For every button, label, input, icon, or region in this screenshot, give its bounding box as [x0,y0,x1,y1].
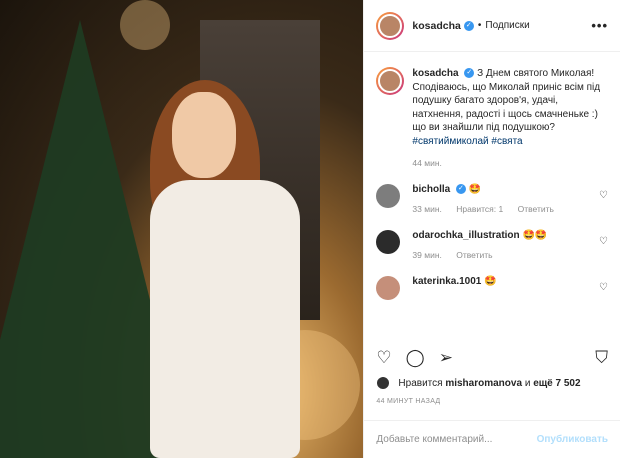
separator-dot: • [477,20,482,31]
post-age[interactable]: 44 МИНУТ НАЗАД [376,398,440,405]
reply-button[interactable]: Ответить [518,204,554,214]
following-button[interactable]: Подписки [485,20,529,31]
likes-count[interactable]: ещё 7 502 [533,378,580,389]
post-sidebar: kosadcha ✓ • Подписки ••• kosadcha ✓ З Д… [363,0,620,458]
heart-icon[interactable]: ♡ [599,236,608,247]
comment-time: 39 мин. [412,250,442,260]
verified-icon: ✓ [463,20,474,31]
commenter-avatar[interactable] [376,184,401,208]
heart-icon[interactable]: ♡ [599,190,608,201]
share-icon[interactable]: ➢ [439,349,453,366]
comment: katerinka.1001 🤩 ♡ [364,276,620,300]
publish-button[interactable]: Опубликовать [537,434,608,445]
woman-dress [150,180,300,458]
action-bar: ♡ ◯ ➢ ⛉ [376,344,608,370]
header-username[interactable]: kosadcha [412,20,460,32]
comment-text: 🤩 [468,184,482,195]
post-header: kosadcha ✓ • Подписки ••• [364,0,620,52]
comment-time: 33 мин. [412,204,442,214]
verified-icon: ✓ [464,68,475,79]
commenter-avatar[interactable] [376,276,401,300]
caption-username[interactable]: kosadcha [412,68,458,79]
comment-text: 🤩 [484,276,497,287]
heart-icon[interactable]: ♡ [376,349,391,366]
add-comment-bar: Добавьте комментарий... Опубликовать [364,420,620,458]
hashtag-link[interactable]: #святиймиколай [412,136,488,147]
comments-area[interactable]: kosadcha ✓ З Днем святого Миколая! Споді… [364,53,620,337]
hashtag-link[interactable]: #свята [491,136,522,147]
bokeh-light [120,0,170,50]
woman-face [172,92,236,178]
comment: odarochka_illustration 🤩🤩 39 мин. Ответи… [364,230,620,260]
commenter-username[interactable]: katerinka.1001 [412,276,481,287]
comment-input[interactable]: Добавьте комментарий... [376,434,492,445]
commenter-username[interactable]: bicholla [412,184,450,195]
comment-icon[interactable]: ◯ [406,349,425,366]
caption: kosadcha ✓ З Днем святого Миколая! Споді… [364,53,620,148]
heart-icon[interactable]: ♡ [599,282,608,293]
liker-avatar[interactable] [376,376,391,390]
reply-button[interactable]: Ответить [456,250,492,260]
comment-likes[interactable]: Нравится: 1 [456,204,503,214]
more-dots-icon[interactable]: ••• [591,18,608,33]
liker-username[interactable]: misharomanova [445,378,522,389]
caption-time: 44 мин. [412,158,442,168]
likes-summary: Нравится misharomanova и ещё 7 502 [376,376,581,390]
likes-and: и [524,377,531,389]
caption-avatar[interactable] [376,67,405,95]
post-photo[interactable] [0,0,364,458]
comment-text: 🤩🤩 [522,230,548,241]
likes-prefix: Нравится [398,377,443,389]
bookmark-icon[interactable]: ⛉ [595,349,608,366]
commenter-username[interactable]: odarochka_illustration [412,230,519,241]
commenter-avatar[interactable] [376,230,401,254]
avatar[interactable] [376,11,405,40]
comment: bicholla ✓ 🤩 33 мин. Нравится: 1 Ответит… [364,184,620,214]
instagram-post: kosadcha ✓ • Подписки ••• kosadcha ✓ З Д… [0,0,620,458]
verified-icon: ✓ [455,184,466,195]
